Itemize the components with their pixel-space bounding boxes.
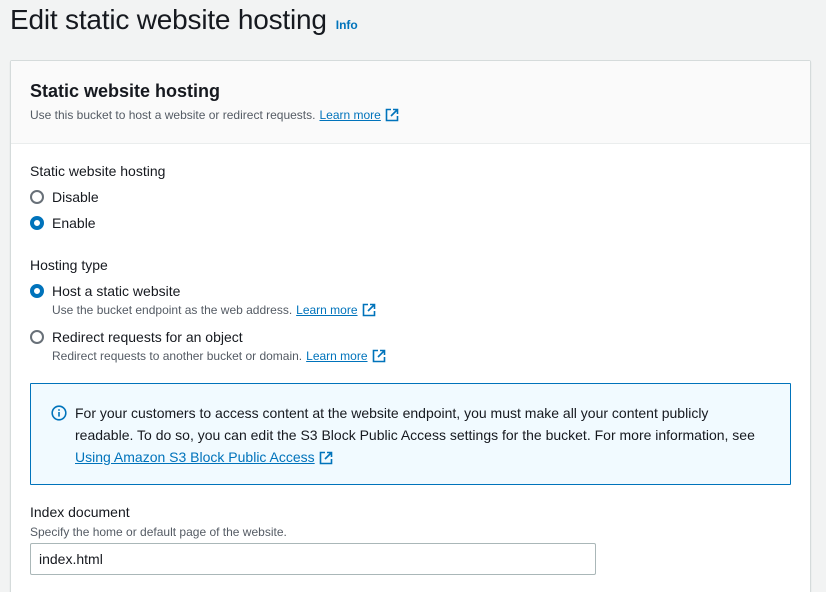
radio-enable-label: Enable: [52, 215, 96, 231]
radio-host-static-website[interactable]: Host a static website Use the bucket end…: [30, 283, 376, 317]
radio-redirect-description: Redirect requests to another bucket or d…: [52, 349, 386, 363]
hosting-label: Static website hosting: [30, 163, 166, 179]
radio-disable[interactable]: Disable: [30, 189, 99, 207]
radio-button-checked[interactable]: [30, 216, 44, 230]
radio-redirect-requests[interactable]: Redirect requests for an object Redirect…: [30, 329, 386, 363]
info-alert: For your customers to access content at …: [30, 383, 791, 485]
redirect-learn-more-link[interactable]: Learn more: [306, 349, 367, 363]
radio-button-unchecked[interactable]: [30, 330, 44, 344]
radio-button-checked[interactable]: [30, 284, 44, 298]
index-document-label: Index document: [30, 504, 130, 520]
external-link-icon: [319, 451, 333, 465]
radio-host-static-description: Use the bucket endpoint as the web addre…: [52, 303, 376, 317]
radio-redirect-label: Redirect requests for an object: [52, 329, 243, 345]
panel-header: Static website hosting Use this bucket t…: [11, 61, 810, 144]
alert-text: For your customers to access content at …: [75, 402, 770, 484]
block-public-access-link[interactable]: Using Amazon S3 Block Public Access: [75, 449, 315, 465]
radio-button-unchecked[interactable]: [30, 190, 44, 204]
panel-description-text: Use this bucket to host a website or red…: [30, 108, 316, 122]
external-link-icon: [362, 303, 376, 317]
static-website-hosting-panel: Static website hosting Use this bucket t…: [10, 60, 811, 592]
index-document-help: Specify the home or default page of the …: [30, 525, 287, 539]
panel-learn-more-link[interactable]: Learn more: [319, 108, 380, 122]
info-link[interactable]: Info: [336, 18, 358, 32]
external-link-icon: [372, 349, 386, 363]
radio-enable[interactable]: Enable: [30, 215, 96, 233]
panel-description: Use this bucket to host a website or red…: [30, 108, 791, 122]
radio-disable-label: Disable: [52, 189, 99, 205]
radio-redirect-desc-text: Redirect requests to another bucket or d…: [52, 349, 303, 363]
radio-host-static-label: Host a static website: [52, 283, 181, 299]
radio-host-static-desc-text: Use the bucket endpoint as the web addre…: [52, 303, 293, 317]
hosting-type-label: Hosting type: [30, 257, 108, 273]
panel-title: Static website hosting: [30, 81, 221, 101]
alert-message: For your customers to access content at …: [75, 405, 755, 443]
external-link-icon: [385, 108, 399, 122]
host-static-learn-more-link[interactable]: Learn more: [296, 303, 357, 317]
info-circle-icon: [51, 405, 67, 421]
page-title: Edit static website hosting: [10, 4, 327, 35]
index-document-input[interactable]: [30, 543, 596, 575]
page-header: Edit static website hosting Info: [10, 4, 358, 36]
